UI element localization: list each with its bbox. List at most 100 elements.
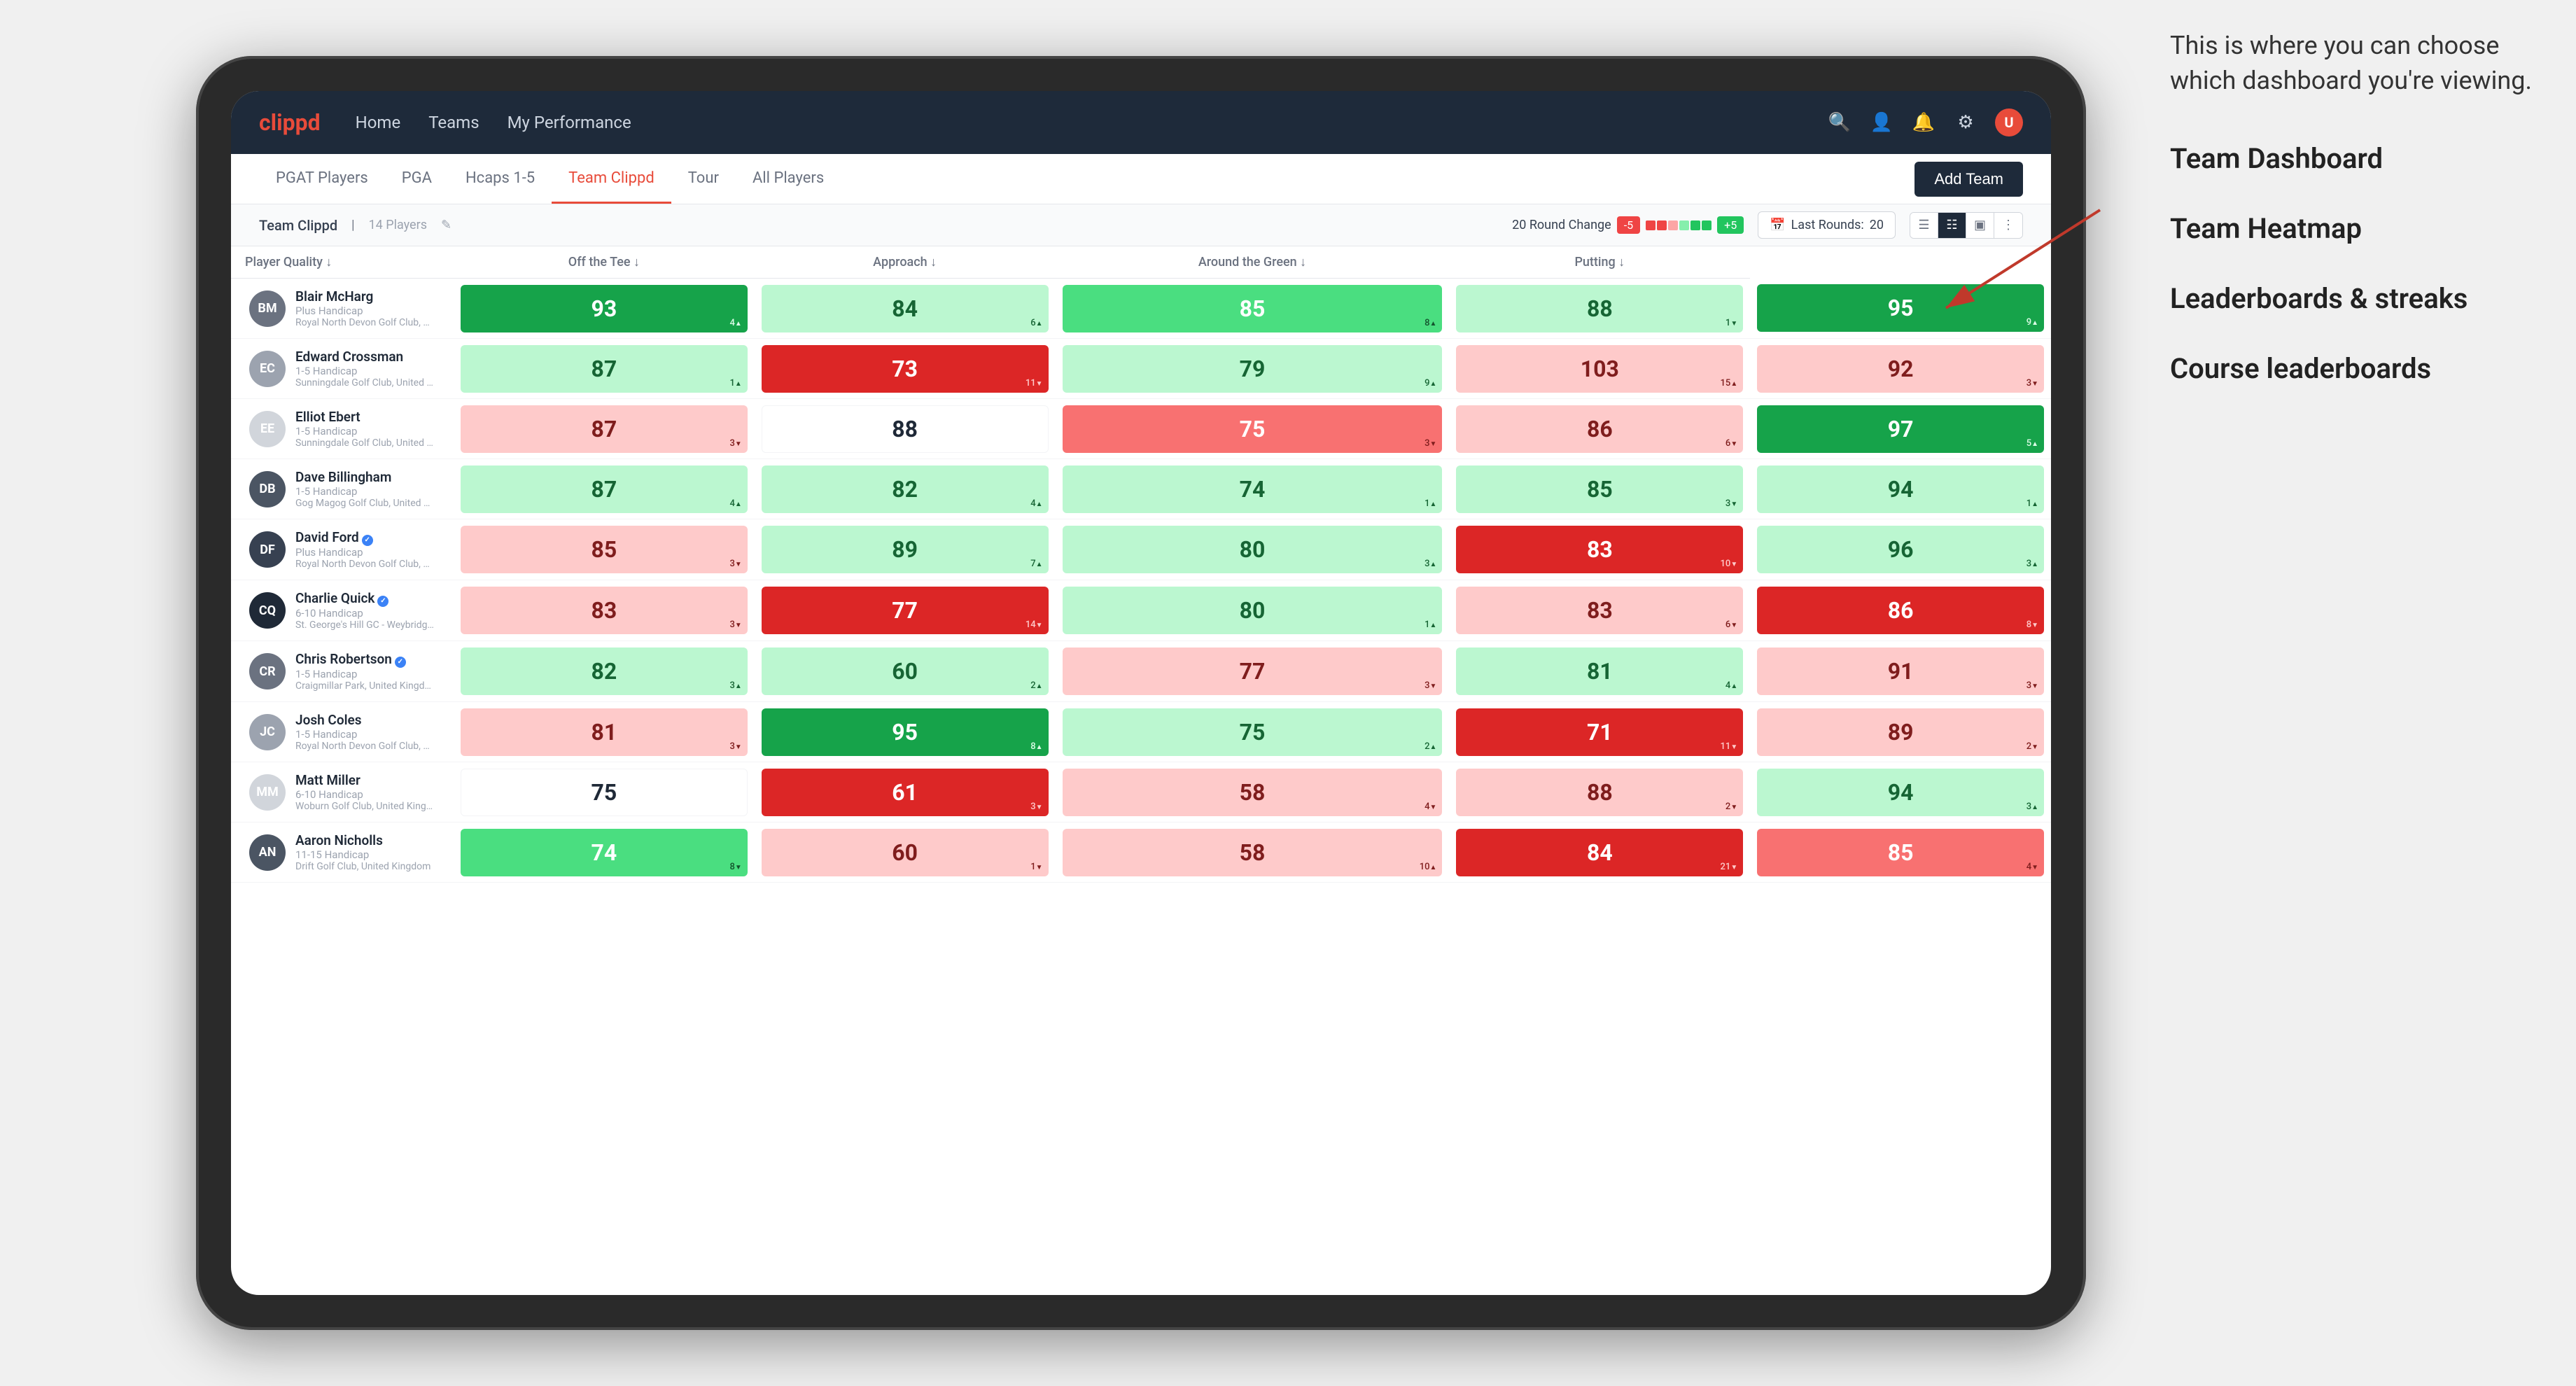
nav-icons: 🔍 👤 🔔 ⚙ U [1827, 108, 2023, 136]
score-cell-2-2: 75 3 [1056, 399, 1450, 459]
view-list-btn[interactable]: ☰ [1910, 213, 1938, 238]
score-cell-8-0: 75 [454, 762, 755, 822]
bar-2 [1657, 220, 1667, 230]
separator: | [351, 218, 354, 232]
player-cell-1[interactable]: EC Edward Crossman 1-5 Handicap Sunningd… [231, 339, 454, 399]
top-nav: clippd Home Teams My Performance 🔍 👤 🔔 ⚙… [231, 91, 2051, 154]
col-around-green[interactable]: Around the Green ↓ [1056, 246, 1450, 279]
table-row: MM Matt Miller 6-10 Handicap Woburn Golf… [231, 762, 2051, 822]
nav-links: Home Teams My Performance [356, 113, 1827, 132]
player-cell-3[interactable]: DB Dave Billingham 1-5 Handicap Gog Mago… [231, 459, 454, 519]
player-cell-6[interactable]: CR Chris Robertson✓ 1-5 Handicap Craigmi… [231, 641, 454, 702]
col-off-tee[interactable]: Off the Tee ↓ [454, 246, 755, 279]
change-bar [1646, 220, 1712, 230]
edit-icon[interactable]: ✎ [441, 218, 451, 232]
nav-teams[interactable]: Teams [428, 113, 479, 132]
neg-badge: -5 [1617, 216, 1640, 234]
score-cell-1-4: 92 3 [1750, 339, 2051, 399]
score-cell-3-2: 74 1 [1056, 459, 1450, 519]
score-cell-1-2: 79 9 [1056, 339, 1450, 399]
last-rounds-label: Last Rounds: [1791, 218, 1864, 232]
view-grid-btn[interactable]: ☷ [1938, 213, 1966, 238]
col-putting[interactable]: Putting ↓ [1449, 246, 1750, 279]
col-approach[interactable]: Approach ↓ [755, 246, 1056, 279]
main-content: Player Quality ↓ Off the Tee ↓ Approach … [231, 246, 2051, 1295]
tab-hcaps[interactable]: Hcaps 1-5 [449, 154, 552, 204]
score-cell-2-1: 88 [755, 399, 1056, 459]
annotation-item-3: Leaderboards & streaks [2170, 281, 2534, 317]
bar-4 [1679, 220, 1689, 230]
score-cell-1-0: 87 1 [454, 339, 755, 399]
score-cell-4-1: 89 7 [755, 519, 1056, 580]
annotation-area: This is where you can choose which dashb… [2170, 28, 2534, 421]
logo[interactable]: clippd [259, 109, 321, 136]
score-cell-4-2: 80 3 [1056, 519, 1450, 580]
score-cell-9-4: 85 4 [1750, 822, 2051, 883]
player-cell-8[interactable]: MM Matt Miller 6-10 Handicap Woburn Golf… [231, 762, 454, 822]
score-cell-5-0: 83 3 [454, 580, 755, 641]
nav-my-performance[interactable]: My Performance [507, 113, 631, 132]
bar-3 [1668, 220, 1678, 230]
score-cell-9-2: 58 10 [1056, 822, 1450, 883]
sub-header: Team Clippd | 14 Players ✎ 20 Round Chan… [231, 204, 2051, 246]
round-change-label: 20 Round Change [1512, 218, 1611, 232]
table-header-row: Player Quality ↓ Off the Tee ↓ Approach … [231, 246, 2051, 279]
table-row: CQ Charlie Quick✓ 6-10 Handicap St. Geor… [231, 580, 2051, 641]
score-cell-0-4: 95 9 [1750, 279, 2051, 339]
score-cell-3-3: 85 3 [1449, 459, 1750, 519]
table-row: DF David Ford✓ Plus Handicap Royal North… [231, 519, 2051, 580]
user-avatar[interactable]: U [1995, 108, 2023, 136]
score-cell-7-4: 89 2 [1750, 702, 2051, 762]
round-change: 20 Round Change -5 +5 [1512, 216, 1744, 234]
col-player[interactable]: Player Quality ↓ [231, 246, 454, 279]
ipad-frame: clippd Home Teams My Performance 🔍 👤 🔔 ⚙… [196, 56, 2086, 1330]
score-cell-7-0: 81 3 [454, 702, 755, 762]
player-cell-4[interactable]: DF David Ford✓ Plus Handicap Royal North… [231, 519, 454, 580]
score-cell-9-1: 60 1 [755, 822, 1056, 883]
bell-icon[interactable]: 🔔 [1911, 110, 1936, 135]
team-count: 14 Players [369, 218, 427, 232]
annotation-list: Team Dashboard Team Heatmap Leaderboards… [2170, 141, 2534, 387]
annotation-item-4: Course leaderboards [2170, 351, 2534, 387]
tabs: PGAT Players PGA Hcaps 1-5 Team Clippd T… [259, 154, 841, 204]
tab-pga[interactable]: PGA [385, 154, 449, 204]
player-cell-2[interactable]: EE Elliot Ebert 1-5 Handicap Sunningdale… [231, 399, 454, 459]
tab-nav: PGAT Players PGA Hcaps 1-5 Team Clippd T… [231, 154, 2051, 204]
player-cell-7[interactable]: JC Josh Coles 1-5 Handicap Royal North D… [231, 702, 454, 762]
pos-badge: +5 [1717, 216, 1744, 234]
score-cell-2-3: 86 6 [1449, 399, 1750, 459]
search-icon[interactable]: 🔍 [1827, 110, 1852, 135]
person-icon[interactable]: 👤 [1869, 110, 1894, 135]
last-rounds-value: 20 [1870, 218, 1884, 232]
last-rounds-button[interactable]: 📅 Last Rounds: 20 [1758, 211, 1896, 239]
settings-icon[interactable]: ⚙ [1953, 110, 1978, 135]
bar-5 [1690, 220, 1700, 230]
score-cell-2-4: 97 5 [1750, 399, 2051, 459]
score-cell-0-1: 84 6 [755, 279, 1056, 339]
score-cell-3-4: 94 1 [1750, 459, 2051, 519]
player-cell-5[interactable]: CQ Charlie Quick✓ 6-10 Handicap St. Geor… [231, 580, 454, 641]
view-toggle: ☰ ☷ ▣ ⋮ [1910, 212, 2023, 239]
tab-all-players[interactable]: All Players [736, 154, 841, 204]
tab-tour[interactable]: Tour [671, 154, 736, 204]
score-cell-0-2: 85 8 [1056, 279, 1450, 339]
score-cell-5-3: 83 6 [1449, 580, 1750, 641]
nav-home[interactable]: Home [356, 113, 401, 132]
score-cell-0-3: 88 1 [1449, 279, 1750, 339]
view-more-btn[interactable]: ⋮ [1994, 213, 2022, 238]
annotation-item-1: Team Dashboard [2170, 141, 2534, 177]
player-cell-0[interactable]: BM Blair McHarg Plus Handicap Royal Nort… [231, 279, 454, 339]
add-team-button[interactable]: Add Team [1914, 162, 2023, 197]
view-heatmap-btn[interactable]: ▣ [1966, 213, 1994, 238]
score-cell-1-1: 73 11 [755, 339, 1056, 399]
table-row: CR Chris Robertson✓ 1-5 Handicap Craigmi… [231, 641, 2051, 702]
table-row: AN Aaron Nicholls 11-15 Handicap Drift G… [231, 822, 2051, 883]
tab-team-clippd[interactable]: Team Clippd [552, 154, 671, 204]
score-cell-6-4: 91 3 [1750, 641, 2051, 702]
tab-pgat[interactable]: PGAT Players [259, 154, 385, 204]
score-cell-0-0: 93 4 [454, 279, 755, 339]
player-cell-9[interactable]: AN Aaron Nicholls 11-15 Handicap Drift G… [231, 822, 454, 883]
score-cell-6-0: 82 3 [454, 641, 755, 702]
score-cell-7-3: 71 11 [1449, 702, 1750, 762]
score-cell-6-1: 60 2 [755, 641, 1056, 702]
